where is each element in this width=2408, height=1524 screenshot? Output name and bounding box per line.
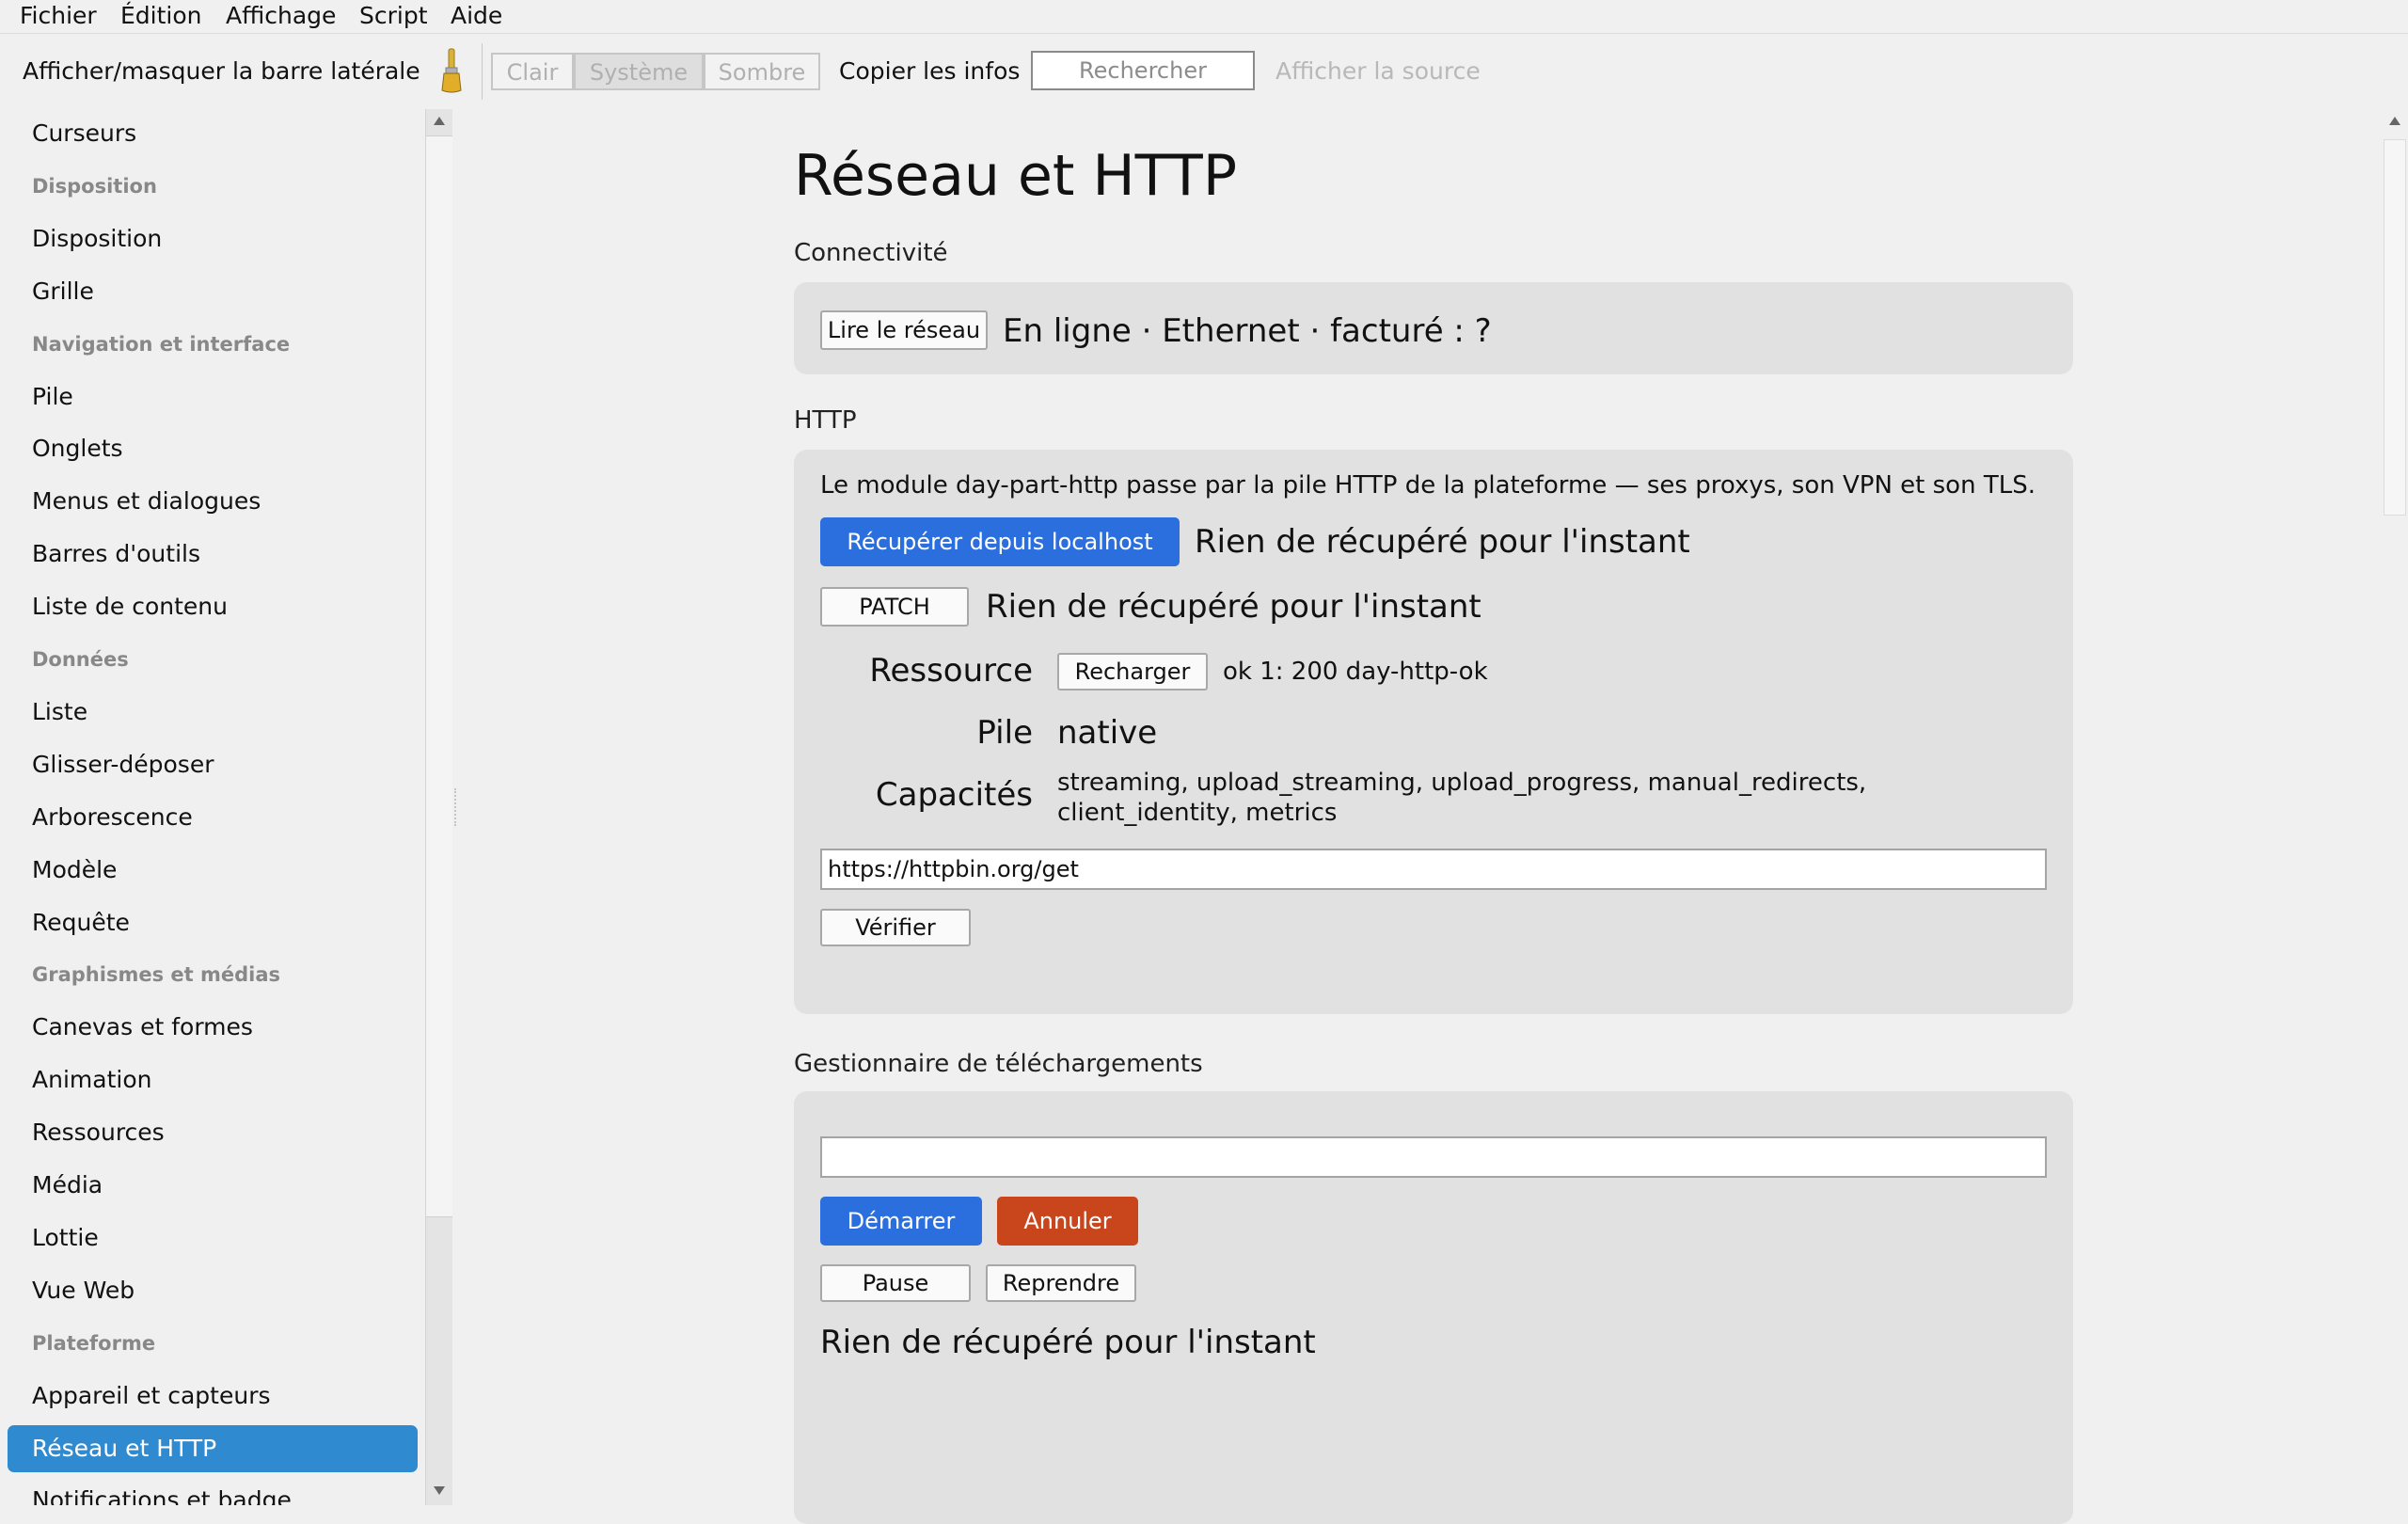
reload-button[interactable]: Recharger bbox=[1057, 653, 1208, 691]
menu-fichier[interactable]: Fichier bbox=[20, 0, 97, 33]
menu-edition[interactable]: Édition bbox=[120, 0, 202, 33]
splitter-handle[interactable] bbox=[454, 788, 459, 826]
pause-button[interactable]: Pause bbox=[820, 1264, 971, 1302]
sidebar-item-glisser-deposer[interactable]: Glisser-déposer bbox=[8, 741, 418, 788]
paint-brush-icon[interactable] bbox=[438, 47, 465, 94]
connectivity-section-title: Connectivité bbox=[794, 239, 948, 267]
patch-result: Rien de récupéré pour l'instant bbox=[986, 588, 1481, 626]
sidebar-item-appareil-et-capteurs[interactable]: Appareil et capteurs bbox=[8, 1373, 418, 1420]
sidebar-item-disposition[interactable]: Disposition bbox=[8, 215, 418, 262]
read-network-button[interactable]: Lire le réseau bbox=[820, 310, 988, 350]
search-input[interactable]: Rechercher bbox=[1031, 51, 1255, 90]
toolbar-separator bbox=[482, 43, 483, 100]
scroll-up-arrow-icon[interactable] bbox=[2389, 117, 2400, 125]
sidebar-item-grille[interactable]: Grille bbox=[8, 268, 418, 315]
sidebar-item-curseurs[interactable]: Curseurs bbox=[8, 110, 418, 157]
capabilities-line-2: client_identity, metrics bbox=[1057, 799, 1338, 827]
theme-light-button[interactable]: Clair bbox=[491, 53, 574, 90]
download-url-field[interactable] bbox=[820, 1136, 2047, 1178]
sidebar-item-requete[interactable]: Requête bbox=[8, 899, 418, 946]
menu-affichage[interactable]: Affichage bbox=[226, 0, 336, 33]
sidebar-item-liste-de-contenu[interactable]: Liste de contenu bbox=[8, 583, 418, 630]
sidebar: Curseurs Disposition Disposition Grille Navi… bbox=[0, 109, 425, 1505]
network-status: En ligne · Ethernet · facturé : ? bbox=[1003, 312, 1492, 350]
sidebar-section-navigation-et-interface: Navigation et interface bbox=[32, 332, 291, 356]
sidebar-item-menus-et-dialogues[interactable]: Menus et dialogues bbox=[8, 478, 418, 525]
cancel-download-button[interactable]: Annuler bbox=[997, 1197, 1138, 1246]
fetch-result: Rien de récupéré pour l'instant bbox=[1195, 523, 1690, 561]
menu-script[interactable]: Script bbox=[359, 0, 428, 33]
theme-dark-button[interactable]: Sombre bbox=[704, 53, 820, 90]
sidebar-item-arborescence[interactable]: Arborescence bbox=[8, 794, 418, 841]
page-title: Réseau et HTTP bbox=[794, 143, 1238, 209]
fetch-localhost-button[interactable]: Récupérer depuis localhost bbox=[820, 517, 1180, 566]
sidebar-item-notifications-et-badge[interactable]: Notifications et badge bbox=[8, 1477, 418, 1505]
sidebar-item-liste[interactable]: Liste bbox=[8, 689, 418, 736]
sidebar-item-canevas-et-formes[interactable]: Canevas et formes bbox=[8, 1004, 418, 1051]
verify-button[interactable]: Vérifier bbox=[820, 909, 971, 946]
sidebar-scrollbar-thumb[interactable] bbox=[426, 135, 452, 1217]
http-description: Le module day-part-http passe par la pil… bbox=[820, 471, 2036, 500]
download-result: Rien de récupéré pour l'instant bbox=[820, 1324, 1316, 1361]
resource-value: ok 1: 200 day-http-ok bbox=[1223, 658, 1488, 686]
sidebar-toggle-button[interactable]: Afficher/masquer la barre latérale bbox=[23, 34, 420, 109]
menu-bar: Fichier Édition Affichage Script Aide bbox=[0, 0, 2408, 34]
stack-label: Pile bbox=[976, 714, 1033, 752]
scroll-up-arrow-icon[interactable] bbox=[434, 117, 445, 125]
http-url-field[interactable]: https://httpbin.org/get bbox=[820, 849, 2047, 890]
resource-label: Ressource bbox=[869, 652, 1033, 690]
sidebar-item-animation[interactable]: Animation bbox=[8, 1056, 418, 1103]
resume-button[interactable]: Reprendre bbox=[986, 1264, 1136, 1302]
start-download-button[interactable]: Démarrer bbox=[820, 1197, 982, 1246]
capabilities-label: Capacités bbox=[875, 776, 1033, 814]
sidebar-section-graphismes-et-medias: Graphismes et médias bbox=[32, 963, 280, 987]
sidebar-section-disposition: Disposition bbox=[32, 174, 157, 198]
menu-aide[interactable]: Aide bbox=[451, 0, 502, 33]
sidebar-item-modele[interactable]: Modèle bbox=[8, 847, 418, 894]
capabilities-line-1: streaming, upload_streaming, upload_prog… bbox=[1057, 769, 1867, 797]
http-section-title: HTTP bbox=[794, 406, 857, 435]
sidebar-item-onglets[interactable]: Onglets bbox=[8, 425, 418, 472]
sidebar-item-barres-d-outils[interactable]: Barres d'outils bbox=[8, 531, 418, 578]
copy-info-button[interactable]: Copier les infos bbox=[839, 34, 1020, 109]
view-source-button[interactable]: Afficher la source bbox=[1275, 34, 1481, 109]
sidebar-item-pile[interactable]: Pile bbox=[8, 373, 418, 421]
sidebar-item-lottie[interactable]: Lottie bbox=[8, 1214, 418, 1262]
patch-button[interactable]: PATCH bbox=[820, 587, 969, 627]
downloads-section-title: Gestionnaire de téléchargements bbox=[794, 1050, 1203, 1078]
stack-value: native bbox=[1057, 714, 1158, 752]
theme-system-button[interactable]: Système bbox=[574, 53, 704, 90]
sidebar-section-plateforme: Plateforme bbox=[32, 1331, 156, 1355]
sidebar-item-vue-web[interactable]: Vue Web bbox=[8, 1267, 418, 1314]
sidebar-scrollbar[interactable] bbox=[425, 109, 452, 1505]
connectivity-card: Lire le réseau En ligne · Ethernet · fac… bbox=[794, 282, 2073, 374]
sidebar-item-reseau-et-http[interactable]: Réseau et HTTP bbox=[8, 1424, 418, 1472]
sidebar-item-media[interactable]: Média bbox=[8, 1162, 418, 1209]
http-card: Le module day-part-http passe par la pil… bbox=[794, 450, 2073, 1014]
sidebar-item-ressources[interactable]: Ressources bbox=[8, 1109, 418, 1156]
sidebar-section-donnees: Données bbox=[32, 648, 129, 671]
main-scrollbar-thumb[interactable] bbox=[2384, 139, 2406, 516]
scroll-down-arrow-icon[interactable] bbox=[434, 1486, 445, 1495]
